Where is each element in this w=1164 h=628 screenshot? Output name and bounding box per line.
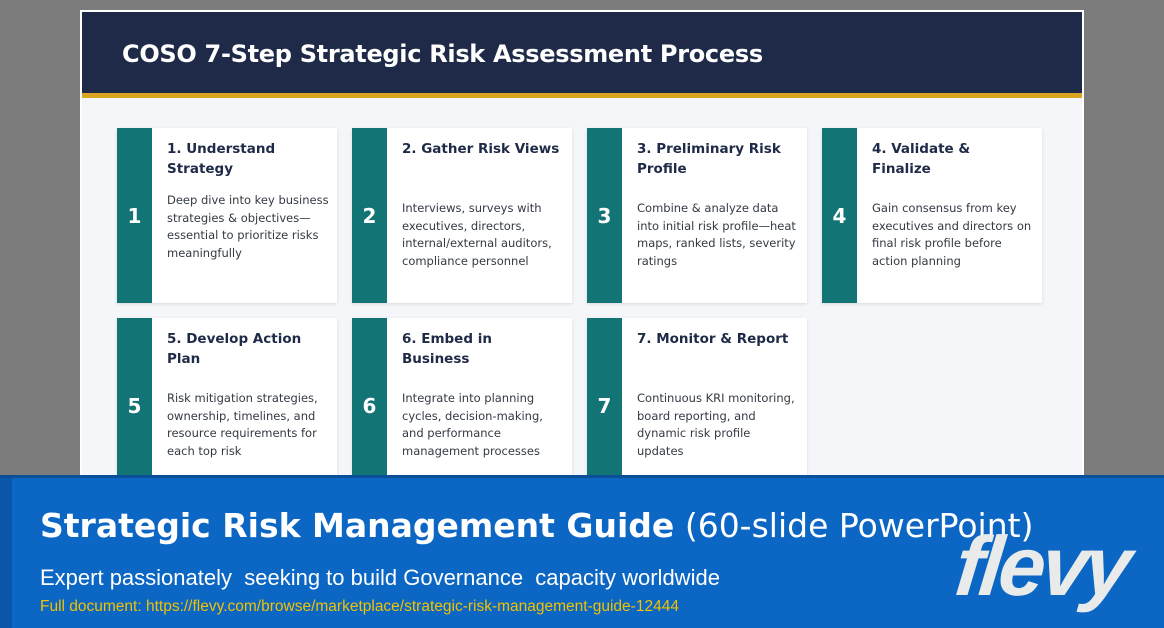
step-title: 5. Develop Action Plan bbox=[167, 331, 302, 367]
step-description: Interviews, surveys with executives, dir… bbox=[402, 201, 552, 268]
banner-title-main: Strategic Risk Management Guide bbox=[40, 506, 675, 545]
slide-header: COSO 7-Step Strategic Risk Assessment Pr… bbox=[82, 12, 1082, 98]
step-title: 2. Gather Risk Views bbox=[402, 141, 560, 157]
step-number: 2 bbox=[352, 128, 387, 303]
banner-subtitle: Expert passionately seeking to build Gov… bbox=[40, 565, 720, 590]
step-description: Risk mitigation strategies, ownership, t… bbox=[167, 391, 318, 458]
step-title: 1. Understand Strategy bbox=[167, 141, 276, 177]
step-card-1: 1 1. Understand Strategy Deep dive into … bbox=[117, 128, 337, 303]
step-description: Deep dive into key business strategies &… bbox=[167, 193, 329, 260]
step-number: 6 bbox=[352, 318, 387, 478]
step-description: Integrate into planning cycles, decision… bbox=[402, 391, 543, 458]
step-card-7: 7 7. Monitor & Report Continuous KRI mon… bbox=[587, 318, 807, 478]
flevy-logo[interactable]: flevy bbox=[951, 519, 1132, 613]
step-card-5: 5 5. Develop Action Plan Risk mitigation… bbox=[117, 318, 337, 478]
document-link[interactable]: https://flevy.com/browse/marketplace/str… bbox=[146, 598, 679, 615]
banner-edge bbox=[0, 478, 12, 628]
step-title: 6. Embed in Business bbox=[402, 331, 492, 367]
step-card-2: 2 2. Gather Risk Views Interviews, surve… bbox=[352, 128, 572, 303]
step-description: Gain consensus from key executives and d… bbox=[872, 201, 1032, 268]
step-title: 3. Preliminary Risk Profile bbox=[637, 141, 781, 177]
step-number: 7 bbox=[587, 318, 622, 478]
step-number: 4 bbox=[822, 128, 857, 303]
step-description: Continuous KRI monitoring, board reporti… bbox=[637, 391, 795, 458]
slide: COSO 7-Step Strategic Risk Assessment Pr… bbox=[80, 10, 1084, 480]
step-title: 4. Validate & Finalize bbox=[872, 141, 971, 177]
step-card-4: 4 4. Validate & Finalize Gain consensus … bbox=[822, 128, 1042, 303]
step-number: 1 bbox=[117, 128, 152, 303]
banner-link-prefix: Full document: bbox=[40, 598, 146, 615]
banner-title: Strategic Risk Management Guide (60-slid… bbox=[40, 506, 1033, 545]
step-number: 3 bbox=[587, 128, 622, 303]
step-card-6: 6 6. Embed in Business Integrate into pl… bbox=[352, 318, 572, 478]
step-card-3: 3 3. Preliminary Risk Profile Combine & … bbox=[587, 128, 807, 303]
step-description: Combine & analyze data into initial risk… bbox=[637, 201, 796, 268]
promo-banner: Strategic Risk Management Guide (60-slid… bbox=[0, 475, 1164, 628]
step-title: 7. Monitor & Report bbox=[637, 331, 789, 347]
slide-title: COSO 7-Step Strategic Risk Assessment Pr… bbox=[122, 40, 763, 68]
banner-link-line: Full document: https://flevy.com/browse/… bbox=[40, 598, 679, 616]
step-number: 5 bbox=[117, 318, 152, 478]
